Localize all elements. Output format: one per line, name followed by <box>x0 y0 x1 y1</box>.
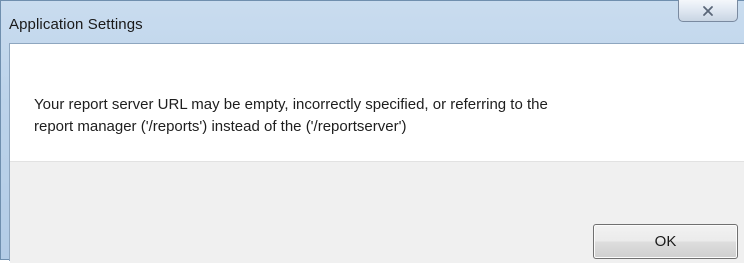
dialog-body: Your report server URL may be empty, inc… <box>9 43 744 263</box>
error-message: Your report server URL may be empty, inc… <box>34 96 548 135</box>
close-button[interactable] <box>678 0 738 22</box>
close-icon <box>703 5 713 16</box>
dialog-window: Application Settings Your report server … <box>0 0 744 263</box>
title-bar[interactable]: Application Settings <box>1 0 744 43</box>
window-title: Application Settings <box>9 16 143 33</box>
button-area: OK <box>10 161 744 263</box>
ok-button[interactable]: OK <box>593 224 738 259</box>
